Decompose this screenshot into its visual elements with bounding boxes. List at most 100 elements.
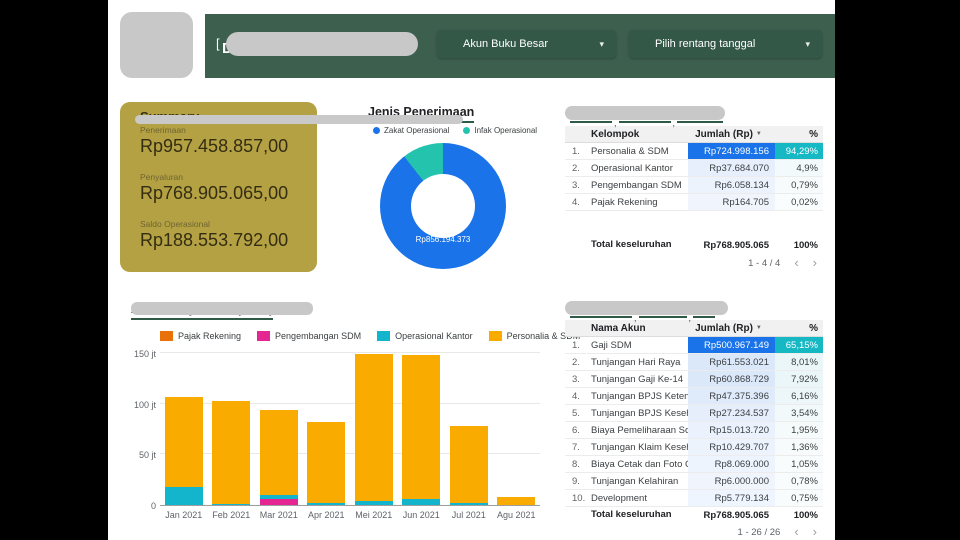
- table-row: 1. Gaji SDM Rp500.967.149 65,15%: [565, 337, 823, 354]
- row-index: 1.: [572, 339, 580, 351]
- bar-segment: [449, 425, 488, 503]
- row-name: Tunjangan Klaim Keseh...: [591, 441, 688, 453]
- table1-header-metric[interactable]: Jumlah (Rp) ▼: [688, 126, 775, 142]
- filter-dropdown-rentang-tanggal[interactable]: Pilih rentang tanggal ▾: [629, 30, 822, 58]
- legend-dot-icon: [373, 127, 380, 134]
- summary-item-value: Rp768.905.065,00: [140, 183, 289, 203]
- row-pct-cell: 4,9%: [775, 160, 823, 176]
- table1-next-page-button[interactable]: ›: [813, 256, 817, 269]
- row-name: Tunjangan Gaji Ke-14: [591, 373, 684, 385]
- row-index: 8.: [572, 458, 580, 470]
- stacked-bar[interactable]: [259, 410, 298, 505]
- row-index: 7.: [572, 441, 580, 453]
- row-pct-cell: 6,16%: [775, 388, 823, 404]
- stacked-bar[interactable]: [449, 425, 488, 505]
- stacked-bar[interactable]: [212, 400, 251, 505]
- table-row: 1. Personalia & SDM Rp724.998.156 94,29%: [565, 143, 823, 160]
- gridline: [160, 352, 540, 353]
- row-pct-cell: 0,79%: [775, 177, 823, 193]
- y-tick-label: 0: [150, 501, 156, 511]
- filter-label: Akun Buku Besar: [463, 38, 548, 50]
- row-jumlah-cell: Rp60.868.729: [688, 371, 775, 387]
- x-tick-label: Mar 2021: [259, 510, 298, 520]
- row-jumlah-cell: Rp37.684.070: [688, 160, 775, 176]
- table-row: 3. Pengembangan SDM Rp6.058.134 0,79%: [565, 177, 823, 194]
- legend-label: Pengembangan SDM: [275, 331, 362, 341]
- bar-segment: [259, 410, 298, 496]
- donut-legend: Zakat Operasional Infak Operasional: [373, 126, 537, 135]
- stacked-bar[interactable]: [497, 497, 536, 505]
- row-pct-cell: 3,54%: [775, 405, 823, 421]
- donut-chart[interactable]: [380, 143, 506, 269]
- row-jumlah-cell: Rp8.069.000: [688, 456, 775, 472]
- title-redaction-blob: [226, 32, 418, 56]
- sort-desc-icon: ▼: [755, 130, 762, 137]
- table1-header-dim: Kelompok: [591, 128, 640, 140]
- kelompok-table: Kelompok Jumlah (Rp) ▼ % 1. Personalia & …: [565, 126, 823, 270]
- row-jumlah-cell: Rp6.000.000: [688, 473, 775, 489]
- stacked-bar[interactable]: [307, 421, 346, 505]
- table2-next-page-button[interactable]: ›: [813, 525, 817, 538]
- row-name: Tunjangan BPJS Keseh...: [591, 407, 688, 419]
- row-index: 2.: [572, 356, 580, 368]
- bar-chart-x-axis: Jan 2021 Feb 2021 Mar 2021 Apr 2021 Mei 2021…: [160, 510, 540, 520]
- legend-dot-icon: [463, 127, 471, 134]
- row-name: Development: [591, 492, 647, 504]
- row-index: 9.: [572, 475, 580, 487]
- y-tick-label: 100 jt: [133, 399, 156, 410]
- legend-item: Operasional Kantor: [377, 331, 473, 341]
- sort-desc-icon: ▼: [755, 324, 762, 331]
- row-pct-cell: 1,05%: [775, 456, 823, 472]
- bar-segment: [307, 502, 346, 505]
- table-row: 2. Operasional Kantor Rp37.684.070 4,9%: [565, 160, 823, 177]
- legend-item: Infak Operasional: [463, 126, 537, 135]
- table-row: 10. Development Rp5.779.134 0,75%: [565, 490, 823, 507]
- summary-item-label: Penyaluran: [140, 172, 184, 182]
- row-jumlah-cell: Rp15.013.720: [688, 422, 775, 438]
- table1-total-row: Total keseluruhan Rp768.905.065 100%: [591, 239, 818, 251]
- bar-segment: [402, 355, 441, 499]
- table-row: 2. Tunjangan Hari Raya Rp61.553.021 8,01%: [565, 354, 823, 371]
- bar-chart-legend: Pajak Rekening Pengembangan SDM Operasiona…: [160, 331, 580, 341]
- bar-chart-plot[interactable]: [160, 348, 540, 506]
- stacked-bar[interactable]: [402, 355, 441, 505]
- legend-label: Pajak Rekening: [178, 331, 242, 341]
- row-pct-cell: 94,29%: [775, 143, 823, 159]
- summary-item: Saldo Operasional Rp188.553.792,00: [140, 219, 288, 251]
- table2-page-info: 1 - 26 / 26: [737, 526, 781, 538]
- x-tick-label: Feb 2021: [212, 510, 251, 520]
- legend-item: Pajak Rekening: [160, 331, 241, 341]
- row-index: 3.: [572, 373, 580, 385]
- row-index: 5.: [572, 407, 580, 419]
- row-name: Tunjangan Kelahiran: [591, 475, 679, 487]
- row-jumlah-cell: Rp500.967.149: [688, 337, 775, 353]
- donut-slice-label: Rp856.194.373: [415, 235, 471, 244]
- bar-segment: [212, 400, 251, 504]
- bar-segment: [259, 499, 298, 505]
- nama-akun-table: Nama Akun Jumlah (Rp) ▼ % 1. Gaji SDM Rp50…: [565, 320, 823, 539]
- table2-header-dim: Nama Akun: [591, 322, 646, 334]
- filter-dropdown-akun-buku-besar[interactable]: Akun Buku Besar ▾: [437, 30, 616, 58]
- table2-header-metric[interactable]: Jumlah (Rp) ▼: [688, 320, 775, 336]
- bar-segment: [164, 486, 203, 505]
- row-name: Biaya Cetak dan Foto C...: [591, 458, 688, 470]
- legend-item: Zakat Operasional: [373, 126, 449, 135]
- redaction-stripe: [135, 115, 463, 124]
- stacked-bar[interactable]: [164, 396, 203, 505]
- row-name: Operasional Kantor: [591, 162, 673, 174]
- legend-swatch-icon: [488, 331, 502, 341]
- row-index: 6.: [572, 424, 580, 436]
- table2-prev-page-button[interactable]: ‹: [794, 525, 798, 538]
- table1-title-redaction-blob: [565, 106, 725, 120]
- legend-swatch-icon: [377, 331, 391, 341]
- row-name: Personalia & SDM: [591, 145, 669, 157]
- row-pct-cell: 0,75%: [775, 490, 823, 506]
- summary-item: Penyaluran Rp768.905.065,00: [140, 172, 288, 204]
- row-jumlah-cell: Rp47.375.396: [688, 388, 775, 404]
- row-jumlah-cell: Rp27.234.537: [688, 405, 775, 421]
- table1-header-row: Kelompok Jumlah (Rp) ▼ %: [565, 126, 823, 143]
- stacked-bar[interactable]: [354, 354, 393, 505]
- table1-prev-page-button[interactable]: ‹: [794, 256, 798, 269]
- bar-segment: [449, 502, 488, 505]
- y-tick-label: 50 jt: [138, 450, 156, 461]
